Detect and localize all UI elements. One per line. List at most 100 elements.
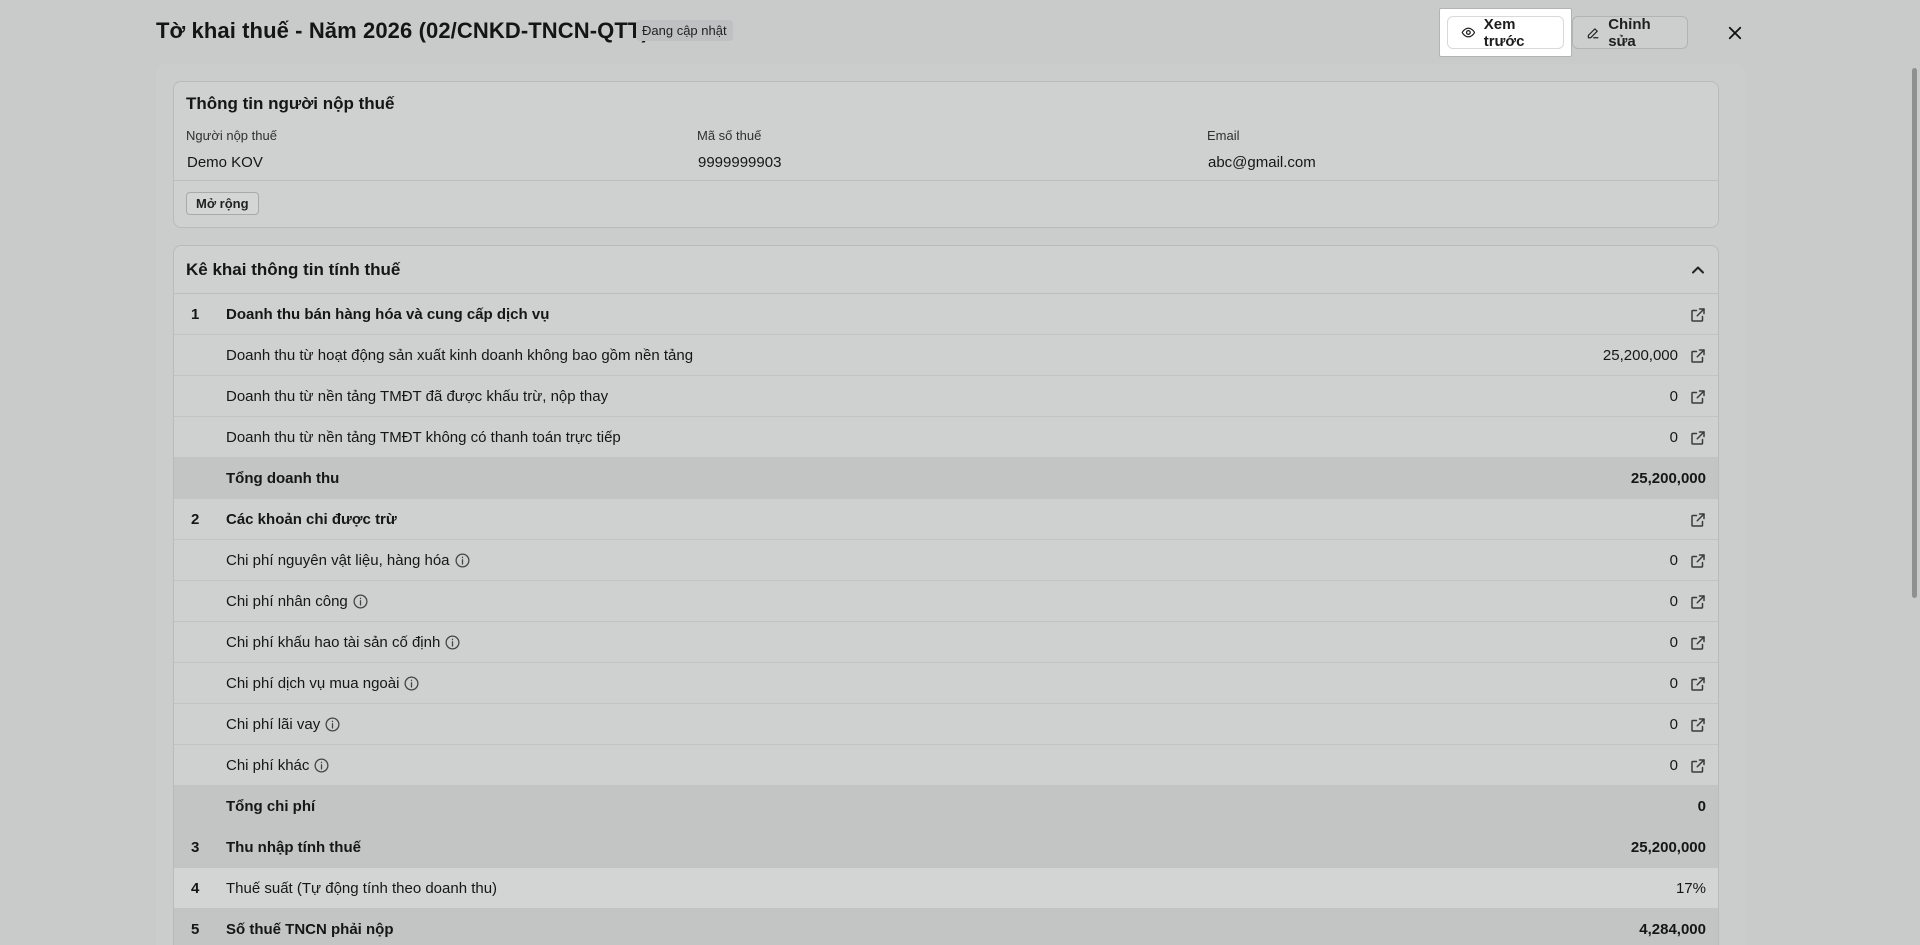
tax-rows: 1 Doanh thu bán hàng hóa và cung cấp dịch… xyxy=(174,294,1718,945)
external-link-icon[interactable] xyxy=(1689,347,1707,365)
row-value: 0 xyxy=(1669,756,1678,774)
edit-button-label: Chỉnh sửa xyxy=(1608,15,1651,50)
tax-calculation-title: Kê khai thông tin tính thuế xyxy=(186,260,401,279)
row-number: 2 xyxy=(191,510,200,528)
taxpayer-info-card: Thông tin người nộp thuế Người nộp thuế … xyxy=(173,81,1719,228)
external-link-icon[interactable] xyxy=(1689,634,1707,652)
row-label: Chi phí khấu hao tài sản cố định xyxy=(226,634,461,651)
row-value: 0 xyxy=(1669,674,1678,692)
chevron-up-icon[interactable] xyxy=(1688,260,1708,280)
close-button[interactable] xyxy=(1720,18,1750,48)
row-value: 0 xyxy=(1697,797,1706,815)
pencil-icon xyxy=(1587,27,1599,38)
table-row: 1 Doanh thu bán hàng hóa và cung cấp dịch… xyxy=(174,294,1718,335)
external-link-icon[interactable] xyxy=(1689,593,1707,611)
table-row: Chi phí dịch vụ mua ngoài 0 xyxy=(174,663,1718,704)
row-value: 0 xyxy=(1669,387,1678,405)
row-value: 25,200,000 xyxy=(1602,346,1678,364)
table-row: 4 Thuế suất (Tự động tính theo doanh thu)… xyxy=(174,868,1718,909)
info-icon[interactable] xyxy=(324,716,341,733)
row-label: Doanh thu từ nền tảng TMĐT đã được khấu … xyxy=(226,388,608,405)
eye-icon xyxy=(1461,27,1476,38)
row-label: Doanh thu từ nền tảng TMĐT không có than… xyxy=(226,429,621,446)
row-number: 1 xyxy=(191,305,200,323)
info-icon[interactable] xyxy=(454,552,471,569)
row-label: Các khoản chi được trừ xyxy=(226,511,397,528)
external-link-icon[interactable] xyxy=(1689,429,1707,447)
row-label-text: Chi phí nhân công xyxy=(226,592,348,610)
table-row: Chi phí nguyên vật liệu, hàng hóa 0 xyxy=(174,540,1718,581)
info-icon[interactable] xyxy=(313,757,330,774)
row-label: Chi phí lãi vay xyxy=(226,716,341,733)
row-value: 0 xyxy=(1669,633,1678,651)
edit-button[interactable]: Chỉnh sửa xyxy=(1572,15,1688,50)
info-icon[interactable] xyxy=(352,593,369,610)
row-label-text: Chi phí khác xyxy=(226,756,310,774)
table-row: Doanh thu từ nền tảng TMĐT không có than… xyxy=(174,417,1718,458)
row-number: 4 xyxy=(191,879,200,897)
table-row: Chi phí khác 0 xyxy=(174,745,1718,786)
table-row: Chi phí nhân công 0 xyxy=(174,581,1718,622)
info-icon[interactable] xyxy=(403,675,420,692)
row-label-text: Thuế suất (Tự động tính theo doanh thu) xyxy=(226,879,498,897)
taxpayer-name-value: Demo KOV xyxy=(187,154,263,171)
expand-button[interactable]: Mở rộng xyxy=(186,192,259,215)
row-label: Thu nhập tính thuế xyxy=(226,839,361,856)
table-row: Chi phí khấu hao tài sản cố định 0 xyxy=(174,622,1718,663)
external-link-icon[interactable] xyxy=(1689,757,1707,775)
email-label: Email xyxy=(1207,128,1240,143)
tax-calculation-header[interactable]: Kê khai thông tin tính thuế xyxy=(174,246,1718,294)
row-label-text: Doanh thu từ nền tảng TMĐT đã được khấu … xyxy=(226,387,609,405)
external-link-icon[interactable] xyxy=(1689,675,1707,693)
external-link-icon[interactable] xyxy=(1689,716,1707,734)
row-value: 4,284,000 xyxy=(1639,920,1706,938)
row-label: Tổng doanh thu xyxy=(226,470,339,487)
status-badge: Đang cập nhật xyxy=(636,20,733,41)
preview-button-label: Xem trước xyxy=(1483,15,1525,50)
row-value: 25,200,000 xyxy=(1630,469,1706,487)
row-value: 17% xyxy=(1675,879,1706,897)
row-label-text: Doanh thu từ nền tảng TMĐT không có than… xyxy=(226,428,621,446)
tax-code-value: 9999999903 xyxy=(698,154,782,171)
table-row: 5 Số thuế TNCN phải nộp 4,284,000 xyxy=(174,909,1718,945)
row-label-text: Chi phí khấu hao tài sản cố định xyxy=(226,633,441,651)
taxpayer-section-title: Thông tin người nộp thuế xyxy=(186,94,395,113)
preview-button[interactable]: Xem trước xyxy=(1447,15,1564,50)
external-link-icon[interactable] xyxy=(1689,511,1707,529)
row-label-text: Chi phí nguyên vật liệu, hàng hóa xyxy=(226,551,450,569)
row-label: Tổng chi phí xyxy=(226,798,315,815)
row-label: Doanh thu từ hoạt động sản xuất kinh doa… xyxy=(226,347,693,364)
table-row: 3 Thu nhập tính thuế 25,200,000 xyxy=(174,827,1718,868)
row-value: 0 xyxy=(1669,592,1678,610)
row-label-text: Tổng doanh thu xyxy=(226,469,340,487)
row-label: Chi phí dịch vụ mua ngoài xyxy=(226,675,420,692)
form-panel: Thông tin người nộp thuế Người nộp thuế … xyxy=(156,64,1746,945)
external-link-icon[interactable] xyxy=(1689,552,1707,570)
row-label: Thuế suất (Tự động tính theo doanh thu) xyxy=(226,880,497,897)
info-icon[interactable] xyxy=(444,634,461,651)
row-label-text: Doanh thu từ hoạt động sản xuất kinh doa… xyxy=(226,346,694,364)
table-row: Chi phí lãi vay 0 xyxy=(174,704,1718,745)
email-value: abc@gmail.com xyxy=(1208,154,1316,171)
row-label: Chi phí nguyên vật liệu, hàng hóa xyxy=(226,552,471,569)
row-value: 0 xyxy=(1669,551,1678,569)
scrollbar[interactable] xyxy=(1912,68,1917,598)
external-link-icon[interactable] xyxy=(1689,388,1707,406)
taxpayer-name-label: Người nộp thuế xyxy=(186,128,277,143)
row-label-text: Tổng chi phí xyxy=(226,797,316,815)
row-label-text: Các khoản chi được trừ xyxy=(226,510,397,528)
row-label-text: Doanh thu bán hàng hóa và cung cấp dịch … xyxy=(226,305,550,323)
table-row: Tổng doanh thu 25,200,000 xyxy=(174,458,1718,499)
row-label: Số thuế TNCN phải nộp xyxy=(226,921,393,938)
table-row: 2 Các khoản chi được trừ xyxy=(174,499,1718,540)
row-label-text: Chi phí dịch vụ mua ngoài xyxy=(226,674,400,692)
row-label-text: Số thuế TNCN phải nộp xyxy=(226,920,394,938)
external-link-icon[interactable] xyxy=(1689,306,1707,324)
row-label: Chi phí khác xyxy=(226,757,330,774)
page-title: Tờ khai thuế - Năm 2026 (02/CNKD-TNCN-QT… xyxy=(156,18,649,43)
table-row: Doanh thu từ nền tảng TMĐT đã được khấu … xyxy=(174,376,1718,417)
tax-calculation-card: Kê khai thông tin tính thuế 1 Doanh thu b… xyxy=(173,245,1719,945)
row-label-text: Chi phí lãi vay xyxy=(226,715,321,733)
row-label: Doanh thu bán hàng hóa và cung cấp dịch … xyxy=(226,306,549,323)
tax-code-label: Mã số thuế xyxy=(697,128,762,143)
